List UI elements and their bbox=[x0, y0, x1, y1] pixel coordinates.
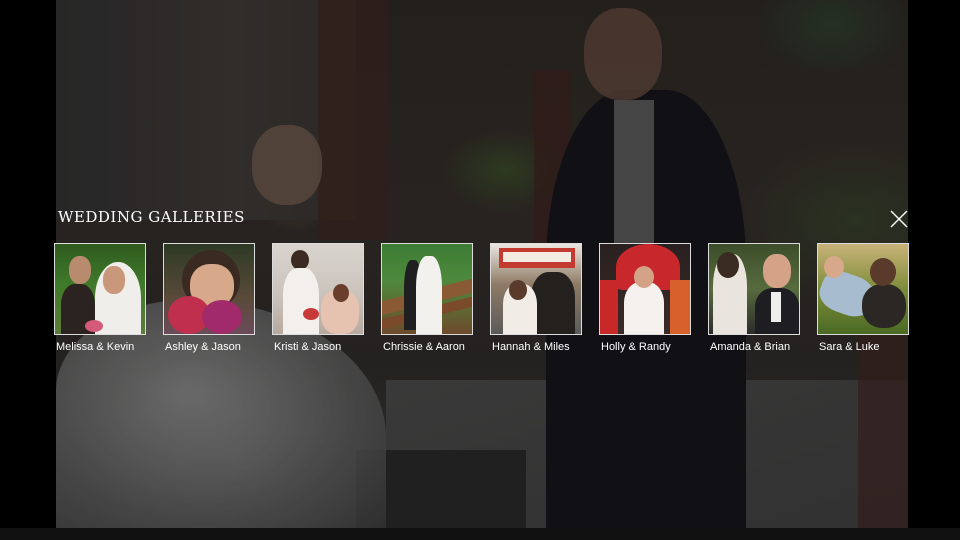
gallery-item-label[interactable]: Ashley & Jason bbox=[165, 341, 241, 353]
gallery-item-label[interactable]: Holly & Randy bbox=[601, 341, 671, 353]
gallery-item-label[interactable]: Chrissie & Aaron bbox=[383, 341, 465, 353]
gallery-item-holly-randy[interactable]: Holly & Randy bbox=[599, 243, 691, 353]
gallery-thumbnail[interactable] bbox=[599, 243, 691, 335]
gallery-item-label[interactable]: Sara & Luke bbox=[819, 341, 880, 353]
gallery-thumbnail[interactable] bbox=[817, 243, 909, 335]
gallery-thumbnail[interactable] bbox=[163, 243, 255, 335]
close-button[interactable] bbox=[888, 208, 910, 230]
gallery-thumbnail[interactable] bbox=[54, 243, 146, 335]
gallery-item-melissa-kevin[interactable]: Melissa & Kevin bbox=[54, 243, 146, 353]
gallery-item-hannah-miles[interactable]: Hannah & Miles bbox=[490, 243, 582, 353]
gallery-strip: Melissa & Kevin Ashley & Jason Kristi & … bbox=[54, 243, 914, 363]
gallery-item-chrissie-aaron[interactable]: Chrissie & Aaron bbox=[381, 243, 473, 353]
gallery-thumbnail[interactable] bbox=[490, 243, 582, 335]
gallery-title: WEDDING GALLERIES bbox=[58, 208, 245, 226]
gallery-item-label[interactable]: Amanda & Brian bbox=[710, 341, 790, 353]
gallery-item-ashley-jason[interactable]: Ashley & Jason bbox=[163, 243, 255, 353]
gallery-item-label[interactable]: Hannah & Miles bbox=[492, 341, 570, 353]
gallery-item-label[interactable]: Kristi & Jason bbox=[274, 341, 341, 353]
gallery-item-amanda-brian[interactable]: Amanda & Brian bbox=[708, 243, 800, 353]
gallery-thumbnail[interactable] bbox=[381, 243, 473, 335]
gallery-thumbnail[interactable] bbox=[272, 243, 364, 335]
bottom-bar bbox=[0, 528, 960, 540]
gallery-item-label[interactable]: Melissa & Kevin bbox=[56, 341, 134, 353]
close-icon bbox=[890, 210, 908, 228]
gallery-item-kristi-jason[interactable]: Kristi & Jason bbox=[272, 243, 364, 353]
gallery-thumbnail[interactable] bbox=[708, 243, 800, 335]
gallery-item-sara-luke[interactable]: Sara & Luke bbox=[817, 243, 909, 353]
